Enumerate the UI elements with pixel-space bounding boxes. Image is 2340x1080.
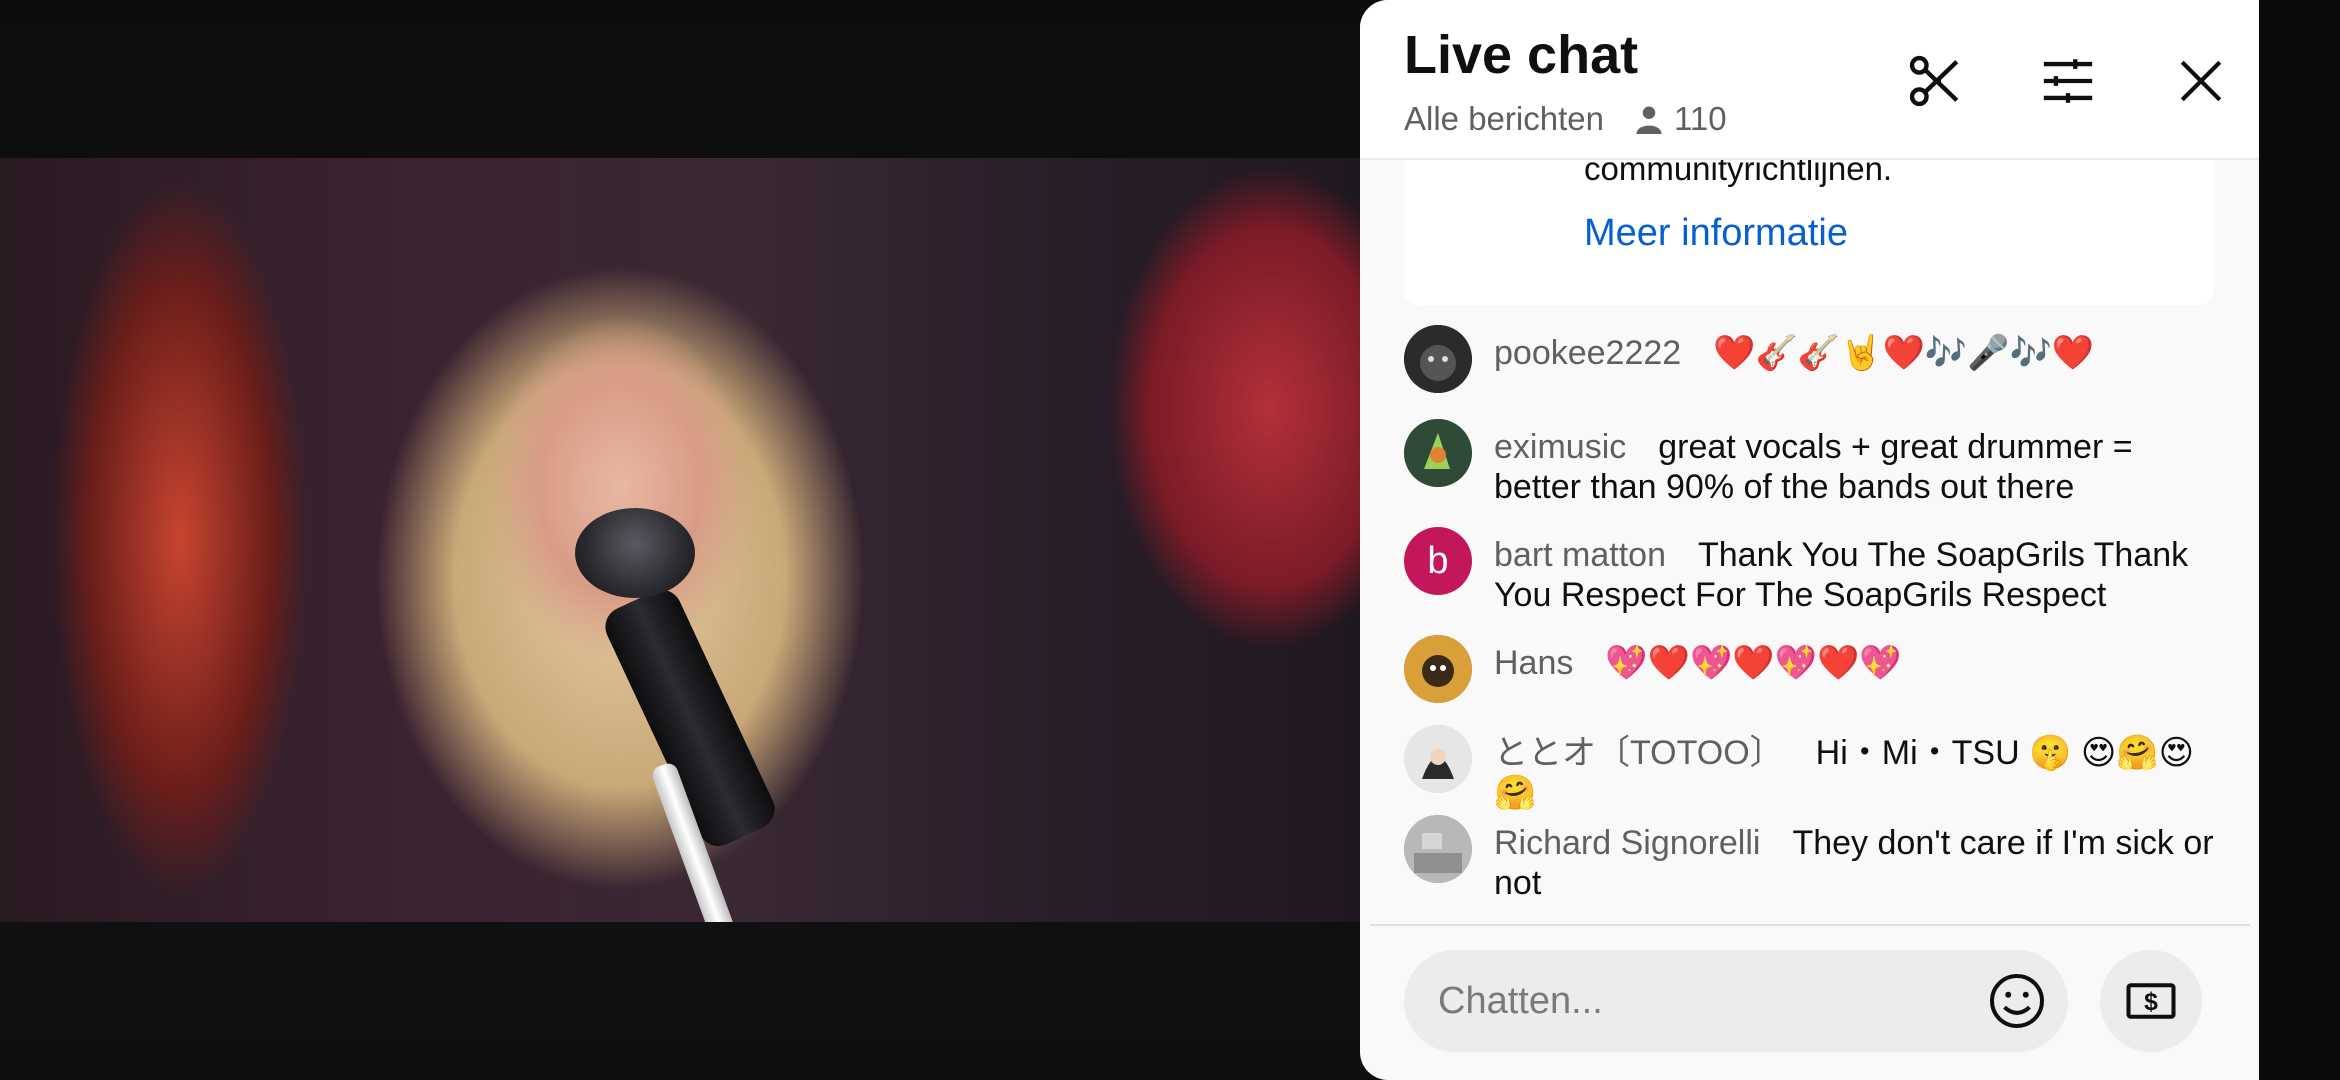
character-avatar-icon [1404, 725, 1472, 793]
panther-avatar-icon [1404, 325, 1472, 393]
chat-input[interactable] [1438, 972, 1958, 1030]
person-icon [1636, 106, 1662, 134]
microphone-head [575, 508, 695, 598]
message-text: 💖❤️💖❤️💖❤️💖 [1605, 644, 1902, 682]
svg-text:$: $ [2144, 989, 2158, 1016]
chat-message[interactable]: b bart matton Thank You The SoapGrils Tha… [1404, 527, 2224, 615]
video-area [0, 0, 1368, 1080]
avatar[interactable] [1404, 635, 1472, 703]
message-body: ととオ〔TOTOO〕 Hi・Mi・TSU 🤫 😍🤗😍🤗 [1494, 725, 2224, 813]
message-author[interactable]: Hans [1494, 644, 1573, 682]
avatar[interactable] [1404, 419, 1472, 487]
message-body: bart matton Thank You The SoapGrils Thank… [1494, 527, 2224, 615]
avatar[interactable] [1404, 815, 1472, 883]
chat-message[interactable]: Richard Signorelli They don't care if I'm… [1404, 815, 2224, 903]
input-divider [1370, 924, 2250, 926]
message-body: pookee2222 ❤️🎸🎸🤘❤️🎶🎤🎶❤️ [1494, 325, 2224, 393]
chat-settings-button[interactable] [2033, 46, 2103, 116]
chat-message[interactable]: eximusic great vocals + great drummer = b… [1404, 419, 2224, 507]
sliders-icon [2043, 59, 2093, 103]
live-chat-panel: Live chat Alle berichten 110 communityri… [1360, 0, 2259, 1080]
chat-subtitle: Alle berichten 110 [1404, 100, 1727, 138]
emoji-button[interactable] [1984, 968, 2050, 1034]
chat-header: Live chat Alle berichten 110 [1360, 0, 2259, 160]
message-author[interactable]: Richard Signorelli [1494, 824, 1760, 862]
dollar-icon: $ [2126, 983, 2176, 1019]
chat-message[interactable]: ととオ〔TOTOO〕 Hi・Mi・TSU 🤫 😍🤗😍🤗 [1404, 725, 2224, 813]
sunflower-avatar-icon [1404, 635, 1472, 703]
photo-avatar-icon [1404, 815, 1472, 883]
viewer-count-value: 110 [1673, 100, 1727, 137]
message-author[interactable]: ととオ〔TOTOO〕 [1494, 734, 1784, 772]
message-body: Hans 💖❤️💖❤️💖❤️💖 [1494, 635, 2224, 703]
video-player[interactable] [0, 158, 1360, 922]
message-author[interactable]: eximusic [1494, 428, 1626, 466]
message-body: Richard Signorelli They don't care if I'm… [1494, 815, 2224, 903]
super-chat-button[interactable]: $ [2100, 950, 2202, 1052]
avatar[interactable] [1404, 325, 1472, 393]
chat-message[interactable]: Hans 💖❤️💖❤️💖❤️💖 [1404, 635, 2224, 703]
chat-title: Live chat [1404, 25, 1639, 85]
avatar[interactable]: b [1404, 527, 1472, 595]
avatar[interactable] [1404, 725, 1472, 793]
scissors-icon [1909, 55, 1959, 107]
emoji-icon [1990, 974, 2044, 1028]
close-chat-button[interactable] [2166, 46, 2236, 116]
message-body: eximusic great vocals + great drummer = b… [1494, 419, 2224, 507]
viewer-count: 110 [1634, 100, 1727, 138]
message-author[interactable]: pookee2222 [1494, 334, 1681, 372]
clip-button[interactable] [1900, 46, 1970, 116]
chat-input-container [1404, 950, 2068, 1052]
illustrated-avatar-icon [1404, 419, 1472, 487]
chat-message[interactable]: pookee2222 ❤️🎸🎸🤘❤️🎶🎤🎶❤️ [1404, 325, 2224, 393]
avatar-letter: b [1427, 539, 1449, 582]
message-author[interactable]: bart matton [1494, 536, 1666, 574]
learn-more-link[interactable]: Meer informatie [1584, 212, 1848, 255]
chat-filter-label[interactable]: Alle berichten [1404, 100, 1604, 138]
community-notice: communityrichtlijnen. Meer informatie [1404, 140, 2214, 305]
message-text: ❤️🎸🎸🤘❤️🎶🎤🎶❤️ [1713, 334, 2095, 372]
close-icon [2180, 60, 2222, 102]
